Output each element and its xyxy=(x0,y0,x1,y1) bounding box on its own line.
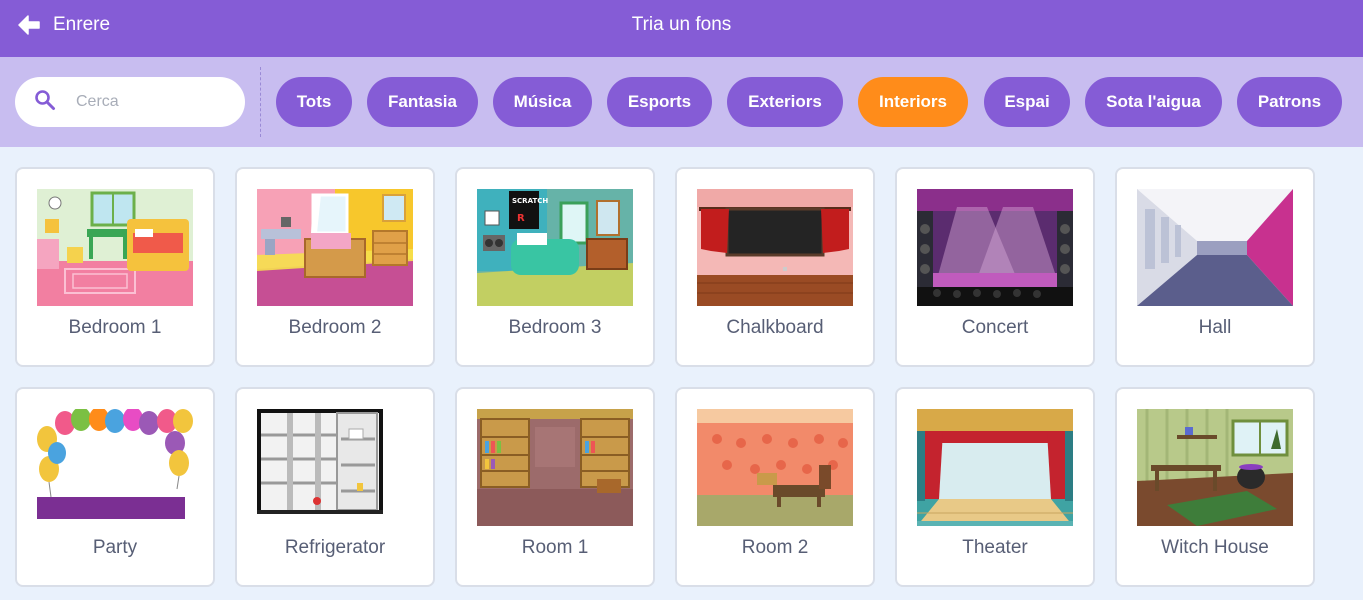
backdrop-room-2[interactable]: Room 2 xyxy=(675,387,875,587)
tag-espai[interactable]: Espai xyxy=(984,77,1070,127)
backdrop-label: Theater xyxy=(962,537,1028,558)
tag-sota-laigua[interactable]: Sota l'aigua xyxy=(1085,77,1222,127)
concert-thumbnail xyxy=(917,189,1073,306)
search-box[interactable] xyxy=(15,77,245,127)
header-bar: Enrere Tria un fons xyxy=(0,0,1363,57)
svg-text:R: R xyxy=(517,213,525,224)
backdrop-witch-house[interactable]: Witch House xyxy=(1115,387,1315,587)
room-1-thumbnail xyxy=(477,409,633,526)
backdrop-bedroom-2[interactable]: Bedroom 2 xyxy=(235,167,435,367)
hall-thumbnail xyxy=(1137,189,1293,306)
page-title: Tria un fons xyxy=(631,14,732,35)
backdrop-label: Concert xyxy=(961,317,1029,338)
bedroom-3-thumbnail: SCRATCH R xyxy=(477,189,633,306)
back-label: Enrere xyxy=(53,14,111,35)
backdrop-bedroom-3[interactable]: SCRATCH R Bedroom 3 xyxy=(455,167,655,367)
backdrop-label: Refrigerator xyxy=(284,537,386,558)
backdrop-party[interactable]: Party xyxy=(15,387,215,587)
bedroom-1-thumbnail xyxy=(37,189,193,306)
arrow-left-icon xyxy=(18,15,40,35)
bedroom-2-thumbnail xyxy=(257,189,413,306)
filter-bar: Tots Fantasia Música Esports Exteriors I… xyxy=(0,57,1363,147)
tag-fantasia[interactable]: Fantasia xyxy=(367,77,478,127)
backdrop-label: Chalkboard xyxy=(726,317,824,338)
backdrop-label: Bedroom 2 xyxy=(288,317,382,338)
tag-esports[interactable]: Esports xyxy=(607,77,712,127)
backdrop-label: Hall xyxy=(1198,317,1232,338)
backdrop-room-1[interactable]: Room 1 xyxy=(455,387,655,587)
backdrop-label: Bedroom 3 xyxy=(508,317,602,338)
backdrop-concert[interactable]: Concert xyxy=(895,167,1095,367)
tag-interiors[interactable]: Interiors xyxy=(858,77,968,127)
backdrop-hall[interactable]: Hall xyxy=(1115,167,1315,367)
backdrop-label: Witch House xyxy=(1161,537,1269,558)
chalkboard-thumbnail xyxy=(697,189,853,306)
backdrop-label: Room 2 xyxy=(741,537,809,558)
back-button[interactable]: Enrere xyxy=(18,0,110,50)
refrigerator-thumbnail xyxy=(257,409,413,526)
backdrop-refrigerator[interactable]: Refrigerator xyxy=(235,387,435,587)
backdrop-label: Bedroom 1 xyxy=(68,317,162,338)
search-input[interactable] xyxy=(76,93,226,111)
witch-house-thumbnail xyxy=(1137,409,1293,526)
backdrop-chalkboard[interactable]: Chalkboard xyxy=(675,167,875,367)
search-icon xyxy=(34,89,56,116)
backdrop-theater[interactable]: Theater xyxy=(895,387,1095,587)
filter-divider xyxy=(260,67,261,137)
backdrop-label: Room 1 xyxy=(521,537,589,558)
backdrop-bedroom-1[interactable]: Bedroom 1 xyxy=(15,167,215,367)
theater-thumbnail xyxy=(917,409,1073,526)
tag-tots[interactable]: Tots xyxy=(276,77,352,127)
room-2-thumbnail xyxy=(697,409,853,526)
tag-musica[interactable]: Música xyxy=(493,77,592,127)
party-thumbnail xyxy=(37,409,193,526)
backdrop-label: Party xyxy=(92,537,138,558)
tag-exteriors[interactable]: Exteriors xyxy=(727,77,843,127)
svg-text:SCRATCH: SCRATCH xyxy=(512,197,548,205)
tag-patrons[interactable]: Patrons xyxy=(1237,77,1342,127)
